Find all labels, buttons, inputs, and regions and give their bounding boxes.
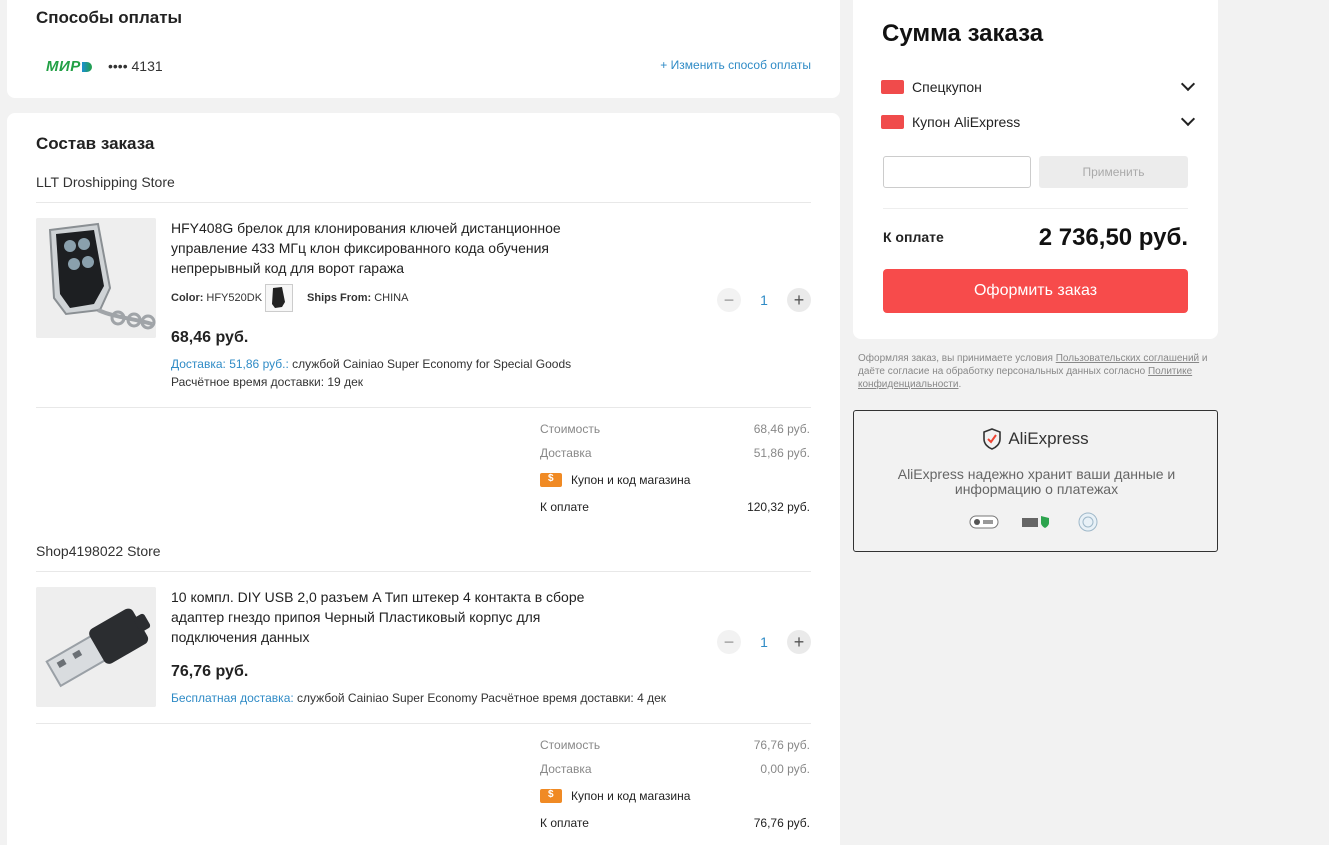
store-total-row: К оплате 76,76 руб. — [540, 816, 810, 830]
delivery-value: 51,86 руб. — [753, 446, 810, 460]
decrease-quantity-button[interactable]: − — [717, 630, 741, 654]
store-delivery-row: Доставка 0,00 руб. — [540, 762, 810, 776]
aliexpress-coupon-icon — [881, 115, 904, 129]
promo-code-input[interactable] — [883, 156, 1031, 188]
delivery-option-link[interactable]: Доставка: 51,86 руб.: — [171, 357, 289, 371]
quantity-value: 1 — [760, 292, 768, 308]
delivery-service: службой Cainiao Super Economy — [297, 691, 478, 705]
store-coupon-row[interactable]: Купон и код магазина — [540, 789, 690, 803]
store-coupon-icon — [540, 473, 562, 487]
aliexpress-coupon-label: Купон AliExpress — [912, 114, 1021, 130]
cost-value: 76,76 руб. — [753, 738, 810, 752]
cost-label: Стоимость — [540, 422, 601, 436]
total-value: 120,32 руб. — [747, 500, 810, 514]
ships-from-label: Ships From: — [307, 292, 372, 304]
delivery-label: Доставка — [540, 762, 592, 776]
pci-badge-icon — [969, 511, 999, 533]
quantity-stepper: − 1 + — [717, 288, 811, 312]
divider — [36, 202, 811, 203]
color-value: HFY520DK — [206, 292, 263, 304]
product-price: 68,46 руб. — [171, 329, 249, 346]
order-contents-title: Состав заказа — [36, 134, 155, 153]
total-value: 76,76 руб. — [753, 816, 810, 830]
terms-text-3: . — [958, 379, 962, 390]
special-coupon-dropdown[interactable]: Спецкупон — [881, 76, 1196, 95]
divider — [36, 407, 811, 408]
checkout-page: Способы оплаты МИР •••• 4131 + Изменить … — [0, 0, 1329, 845]
cost-value: 68,46 руб. — [753, 422, 810, 436]
order-summary-title: Сумма заказа — [882, 20, 1044, 47]
delivery-service: службой Cainiao Super Economy for Specia… — [292, 357, 572, 371]
divider — [36, 723, 811, 724]
verified-seal-icon — [1073, 511, 1103, 533]
secure-payment-badge-icon — [1021, 511, 1051, 533]
store-cost-row: Стоимость 68,46 руб. — [540, 422, 810, 436]
total-label: К оплате — [540, 500, 589, 514]
store-coupon-label: Купон и код магазина — [571, 789, 691, 803]
product-title[interactable]: HFY408G брелок для клонирования ключей д… — [171, 218, 611, 278]
cost-label: Стоимость — [540, 738, 601, 752]
security-trust-box: AliExpress AliExpress надежно хранит ваш… — [853, 410, 1218, 552]
delivery-label: Доставка — [540, 446, 592, 460]
security-badges — [854, 511, 1217, 533]
ships-from-value: CHINA — [374, 292, 409, 304]
store-coupon-row[interactable]: Купон и код магазина — [540, 473, 690, 487]
total-label: К оплате — [540, 816, 589, 830]
color-swatch-thumb — [265, 284, 294, 312]
quantity-stepper: − 1 + — [717, 630, 811, 654]
order-contents-card: Состав заказа LLT Droshipping Store HFY4… — [7, 113, 840, 845]
special-coupon-icon — [881, 80, 904, 94]
to-pay-label: К оплате — [883, 229, 944, 245]
product-price: 76,76 руб. — [171, 663, 249, 680]
chevron-down-icon — [1180, 76, 1196, 92]
mir-card-logo: МИР — [46, 58, 92, 75]
store-cost-row: Стоимость 76,76 руб. — [540, 738, 810, 752]
delivery-eta: Расчётное время доставки: 19 дек — [171, 375, 363, 389]
user-agreement-link[interactable]: Пользовательских соглашений — [1056, 353, 1199, 364]
to-pay-amount: 2 736,50 руб. — [1038, 224, 1188, 251]
quantity-value: 1 — [760, 634, 768, 650]
delivery-info: Доставка: 51,86 руб.: службой Cainiao Su… — [171, 357, 571, 371]
trust-text: AliExpress надежно хранит ваши данные и … — [897, 466, 1176, 497]
mir-logo-text: МИР — [46, 58, 81, 75]
divider — [883, 208, 1188, 209]
store-total-row: К оплате 120,32 руб. — [540, 500, 810, 514]
place-order-button[interactable]: Оформить заказ — [883, 269, 1188, 313]
delivery-value: 0,00 руб. — [760, 762, 810, 776]
product-image-keyfob[interactable] — [36, 218, 156, 338]
divider — [36, 571, 811, 572]
delivery-info: Бесплатная доставка: службой Cainiao Sup… — [171, 691, 666, 705]
apply-promo-button[interactable]: Применить — [1039, 156, 1188, 188]
order-summary-card: Сумма заказа Спецкупон Купон AliExpress … — [853, 0, 1218, 339]
terms-notice: Оформляя заказ, вы принимаете условия По… — [858, 352, 1208, 391]
store-coupon-label: Купон и код магазина — [571, 473, 691, 487]
aliexpress-coupon-dropdown[interactable]: Купон AliExpress — [881, 111, 1196, 130]
delivery-eta: Расчётное время доставки: 4 дек — [480, 691, 667, 705]
terms-text-1: Оформляя заказ, вы принимаете условия — [858, 353, 1056, 364]
delivery-option-link[interactable]: Бесплатная доставка: — [171, 691, 294, 705]
shield-check-icon — [983, 428, 1002, 450]
color-label: Color: — [171, 292, 204, 304]
card-number-masked: •••• 4131 — [108, 58, 163, 74]
trust-brand: AliExpress — [1008, 429, 1089, 448]
store-delivery-row: Доставка 51,86 руб. — [540, 446, 810, 460]
aliexpress-security-logo: AliExpress — [854, 428, 1217, 450]
store-coupon-icon — [540, 789, 562, 803]
change-payment-link[interactable]: + Изменить способ оплаты — [660, 58, 811, 72]
product-title[interactable]: 10 компл. DIY USB 2,0 разъем A Тип штеке… — [171, 587, 611, 647]
decrease-quantity-button[interactable]: − — [717, 288, 741, 312]
product-properties: Color: HFY520DK Ships From: CHINA — [171, 284, 408, 312]
store-name[interactable]: Shop4198022 Store — [36, 543, 161, 559]
product-image-usb-connector[interactable] — [36, 587, 156, 707]
increase-quantity-button[interactable]: + — [787, 630, 811, 654]
special-coupon-label: Спецкупон — [912, 79, 982, 95]
payment-methods-title: Способы оплаты — [36, 8, 183, 27]
payment-methods-card: Способы оплаты МИР •••• 4131 + Изменить … — [7, 0, 840, 98]
store-name[interactable]: LLT Droshipping Store — [36, 174, 175, 190]
increase-quantity-button[interactable]: + — [787, 288, 811, 312]
chevron-down-icon — [1180, 111, 1196, 127]
